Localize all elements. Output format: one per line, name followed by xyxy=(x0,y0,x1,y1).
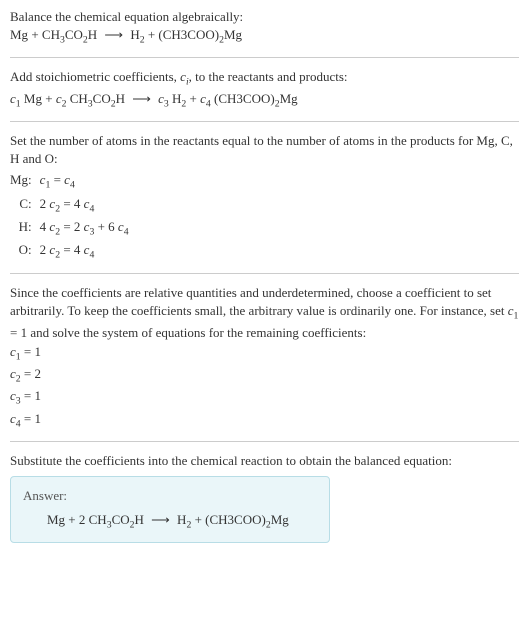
atoms-section: Set the number of atoms in the reactants… xyxy=(10,132,519,263)
intro-title: Balance the chemical equation algebraica… xyxy=(10,8,519,26)
arrow-icon: ⟶ xyxy=(104,26,123,44)
table-row: H: 4 c2 = 2 c3 + 6 c4 xyxy=(10,217,135,240)
table-row: C: 2 c2 = 4 c4 xyxy=(10,194,135,217)
final-text: Substitute the coefficients into the che… xyxy=(10,452,519,470)
species-mg: Mg xyxy=(10,27,28,42)
table-row: Mg: c1 = c4 xyxy=(10,170,135,193)
solve-text: Since the coefficients are relative quan… xyxy=(10,284,519,342)
arrow-icon: ⟶ xyxy=(132,90,151,108)
divider xyxy=(10,121,519,122)
stoich-section: Add stoichiometric coefficients, ci, to … xyxy=(10,68,519,110)
divider xyxy=(10,273,519,274)
species-h2: H2 xyxy=(130,27,144,42)
list-item: c3 = 1 xyxy=(10,387,519,408)
solve-section: Since the coefficients are relative quan… xyxy=(10,284,519,431)
species-acetic: CH3CO2H xyxy=(42,27,97,42)
coefficient-list: c1 = 1 c2 = 2 c3 = 1 c4 = 1 xyxy=(10,343,519,431)
divider xyxy=(10,441,519,442)
stoich-equation: c1 Mg + c2 CH3CO2H ⟶ c3 H2 + c4 (CH3COO)… xyxy=(10,90,519,111)
stoich-text: Add stoichiometric coefficients, ci, to … xyxy=(10,68,519,89)
species-mgacetate: (CH3COO)2Mg xyxy=(158,27,242,42)
atoms-text: Set the number of atoms in the reactants… xyxy=(10,132,519,168)
final-section: Substitute the coefficients into the che… xyxy=(10,452,519,544)
list-item: c2 = 2 xyxy=(10,365,519,386)
list-item: c1 = 1 xyxy=(10,343,519,364)
arrow-icon: ⟶ xyxy=(151,511,170,529)
balanced-equation: Mg + 2 CH3CO2H ⟶ H2 + (CH3COO)2Mg xyxy=(23,511,317,532)
list-item: c4 = 1 xyxy=(10,410,519,431)
intro-equation: Mg + CH3CO2H ⟶ H2 + (CH3COO)2Mg xyxy=(10,26,519,47)
atoms-table: Mg: c1 = c4 C: 2 c2 = 4 c4 H: 4 c2 = 2 c… xyxy=(10,170,135,263)
table-row: O: 2 c2 = 4 c4 xyxy=(10,240,135,263)
intro-section: Balance the chemical equation algebraica… xyxy=(10,8,519,47)
divider xyxy=(10,57,519,58)
answer-box: Answer: Mg + 2 CH3CO2H ⟶ H2 + (CH3COO)2M… xyxy=(10,476,330,543)
answer-label: Answer: xyxy=(23,487,317,505)
